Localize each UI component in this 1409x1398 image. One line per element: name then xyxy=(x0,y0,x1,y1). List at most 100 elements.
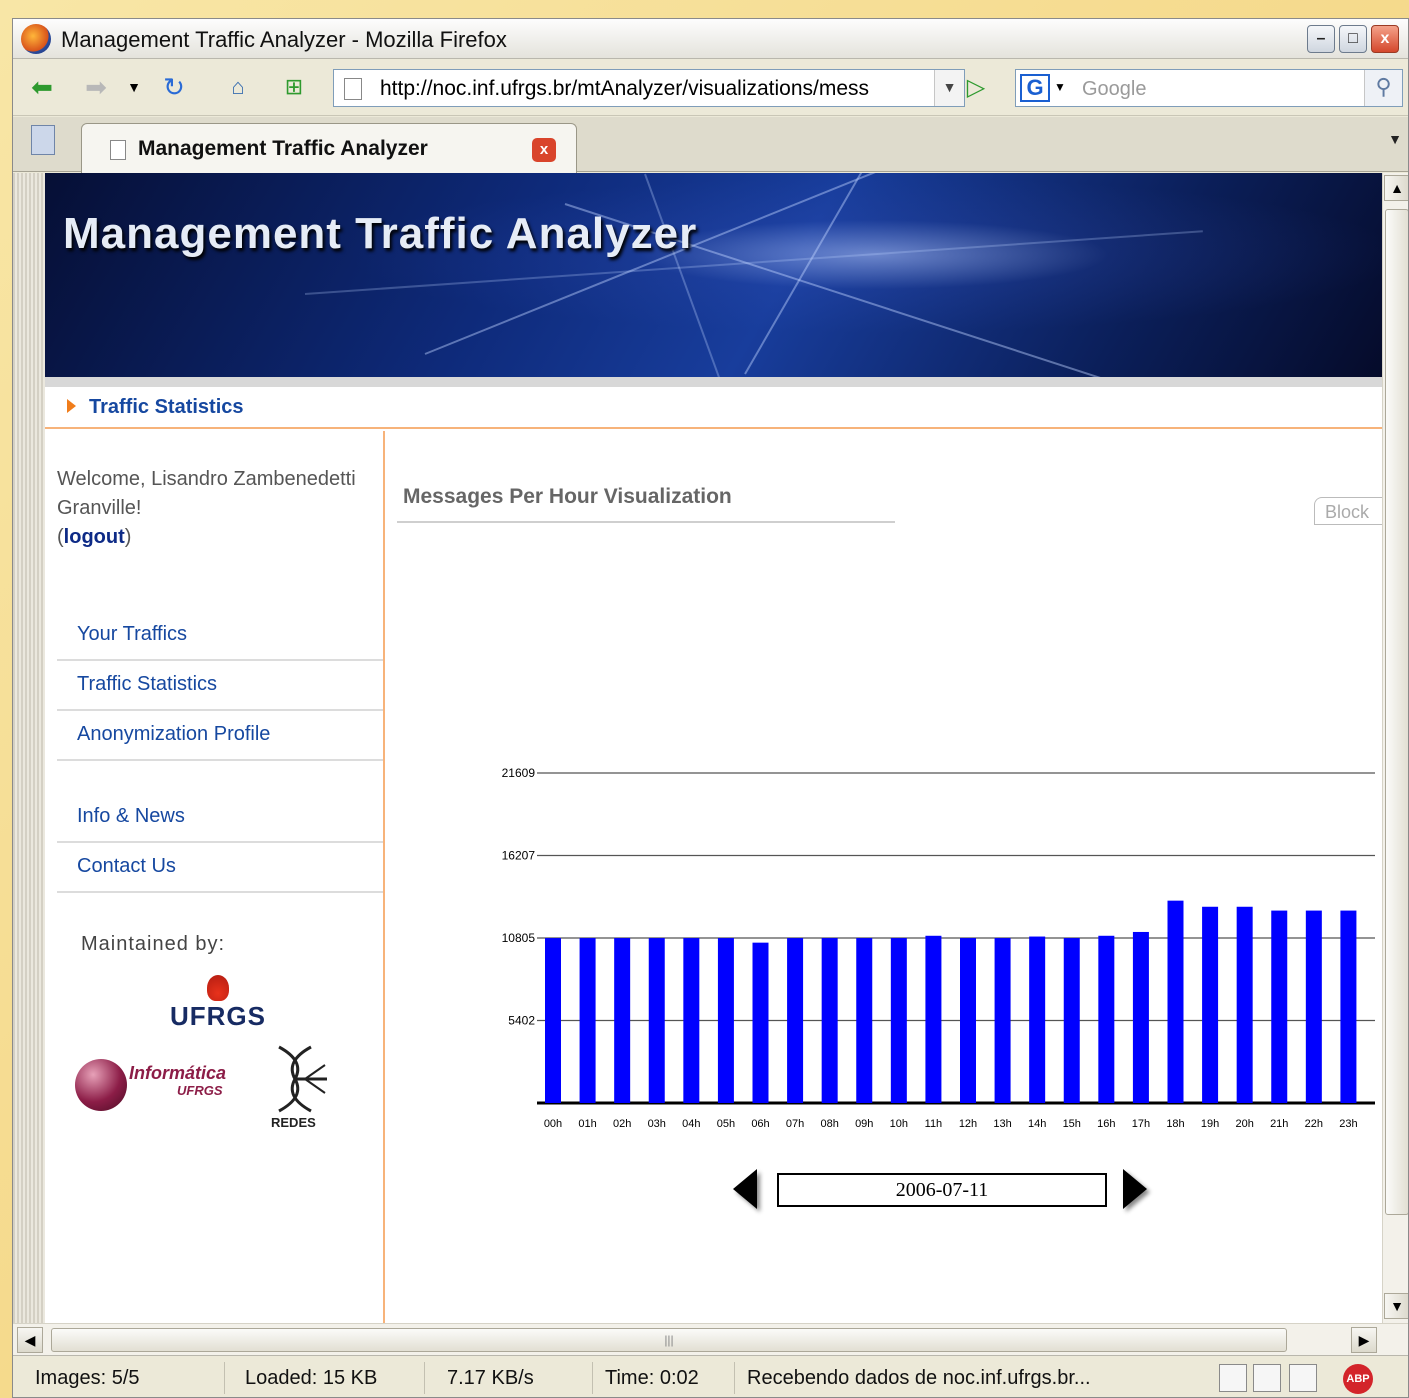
ufrgs-logo-text: UFRGS xyxy=(170,1001,266,1031)
page-info-icon[interactable] xyxy=(1253,1364,1281,1392)
redes-logo-text: REDES xyxy=(271,1115,316,1130)
bar-14h xyxy=(1029,936,1046,1103)
tab-management-traffic-analyzer[interactable]: Management Traffic Analyzer x xyxy=(81,123,577,173)
scroll-left-icon[interactable]: ◀ xyxy=(17,1327,43,1353)
forward-arrow-icon[interactable]: ➡ xyxy=(79,70,113,104)
vertical-scroll-thumb[interactable] xyxy=(1385,209,1408,1215)
bar-09h xyxy=(856,938,873,1103)
back-arrow-icon[interactable]: ⬅ xyxy=(25,70,59,104)
welcome-prefix: Welcome, xyxy=(57,468,152,490)
go-arrow-icon[interactable]: ▷ xyxy=(959,70,993,104)
bar-12h xyxy=(960,938,976,1103)
x-tick-label: 10h xyxy=(890,1118,908,1129)
bar-22h xyxy=(1305,910,1322,1103)
maximize-button[interactable]: □ xyxy=(1339,25,1367,53)
navigation-toolbar: ⬅ ➡ ▼ ↻ ⌂ ⊞ http://noc.inf.ufrgs.br/mtAn… xyxy=(13,60,1408,116)
x-tick-label: 22h xyxy=(1305,1118,1323,1129)
breadcrumb: Traffic Statistics xyxy=(45,387,1382,429)
tab-list-dropdown-icon[interactable]: ▼ xyxy=(1388,131,1402,147)
informatica-logo[interactable]: Informática UFRGS xyxy=(75,1059,245,1119)
screen-capture-icon[interactable] xyxy=(1219,1364,1247,1392)
sidebar-item-anonymization-profile[interactable]: Anonymization Profile xyxy=(57,711,383,761)
scroll-right-icon[interactable]: ▶ xyxy=(1351,1327,1377,1353)
ufrgs-logo[interactable]: UFRGS xyxy=(163,975,273,1032)
sidebar: Welcome, Lisandro Zambenedetti Granville… xyxy=(45,431,385,1323)
status-time: Time: 0:02 xyxy=(595,1362,735,1394)
engine-dropdown-icon[interactable]: ▼ xyxy=(1054,80,1066,94)
home-icon[interactable]: ⌂ xyxy=(221,70,255,104)
bar-20h xyxy=(1236,906,1253,1103)
sidebar-item-your-traffics[interactable]: Your Traffics xyxy=(57,611,383,661)
x-tick-label: 23h xyxy=(1339,1118,1357,1129)
breadcrumb-arrow-icon xyxy=(67,399,76,413)
x-tick-label: 00h xyxy=(544,1118,562,1129)
x-tick-label: 06h xyxy=(751,1118,769,1129)
history-dropdown-icon[interactable]: ▼ xyxy=(117,70,151,104)
edit-icon[interactable] xyxy=(1289,1364,1317,1392)
x-tick-label: 05h xyxy=(717,1118,735,1129)
x-tick-label: 13h xyxy=(993,1118,1011,1129)
status-loaded: Loaded: 15 KB xyxy=(235,1362,425,1394)
search-box[interactable]: G ▼ Google ⚲ xyxy=(1015,69,1403,107)
url-bar[interactable]: http://noc.inf.ufrgs.br/mtAnalyzer/visua… xyxy=(333,69,965,107)
reload-icon[interactable]: ↻ xyxy=(157,70,191,104)
search-magnifier-icon[interactable]: ⚲ xyxy=(1364,70,1402,106)
search-input[interactable]: Google xyxy=(1082,78,1147,101)
y-tick-label: 10805 xyxy=(502,931,536,945)
bar-01h xyxy=(579,938,596,1103)
sidebar-item-contact-us[interactable]: Contact Us xyxy=(57,843,383,893)
status-speed: 7.17 KB/s xyxy=(437,1362,593,1394)
x-tick-label: 20h xyxy=(1235,1118,1253,1129)
tab-title: Management Traffic Analyzer xyxy=(138,137,428,160)
browser-window: Management Traffic Analyzer - Mozilla Fi… xyxy=(12,18,1409,1398)
breadcrumb-current[interactable]: Traffic Statistics xyxy=(89,396,244,419)
new-tab-icon[interactable]: ⊞ xyxy=(277,70,311,104)
window-title: Management Traffic Analyzer - Mozilla Fi… xyxy=(61,27,507,52)
date-field[interactable]: 2006-07-11 xyxy=(777,1173,1107,1207)
banner-separator xyxy=(45,377,1382,387)
previous-day-arrow-icon[interactable] xyxy=(733,1169,757,1209)
status-message: Recebendo dados de noc.inf.ufrgs.br... xyxy=(747,1367,1091,1389)
next-day-arrow-icon[interactable] xyxy=(1123,1169,1147,1209)
status-bar: Images: 5/5 Loaded: 15 KB 7.17 KB/s Time… xyxy=(13,1355,1408,1397)
tab-document-icon xyxy=(110,140,126,160)
logout-link[interactable]: logout xyxy=(64,526,125,548)
x-tick-label: 21h xyxy=(1270,1118,1288,1129)
bar-00h xyxy=(545,938,561,1103)
x-tick-label: 17h xyxy=(1132,1118,1150,1129)
sidebar-item-traffic-statistics[interactable]: Traffic Statistics xyxy=(57,661,383,711)
close-window-button[interactable]: x xyxy=(1371,25,1399,53)
title-bar[interactable]: Management Traffic Analyzer - Mozilla Fi… xyxy=(13,19,1408,59)
close-tab-icon[interactable]: x xyxy=(532,138,556,162)
bar-05h xyxy=(717,938,734,1103)
block-tab[interactable]: Block xyxy=(1314,497,1382,525)
horizontal-scroll-thumb[interactable]: ||| xyxy=(51,1328,1287,1352)
bar-03h xyxy=(648,938,665,1103)
bar-04h xyxy=(683,938,700,1103)
sidebar-item-info-news[interactable]: Info & News xyxy=(57,793,383,843)
bar-18h xyxy=(1167,900,1184,1103)
minimize-button[interactable]: – xyxy=(1307,25,1335,53)
flame-icon xyxy=(207,975,229,1001)
header-banner: Management Traffic Analyzer xyxy=(45,173,1382,377)
scroll-down-icon[interactable]: ▼ xyxy=(1384,1293,1408,1319)
bar-19h xyxy=(1202,906,1219,1103)
vertical-scrollbar[interactable]: ▲ ▼ xyxy=(1382,173,1408,1323)
scroll-up-icon[interactable]: ▲ xyxy=(1384,175,1408,201)
bar-21h xyxy=(1271,910,1288,1103)
redes-logo[interactable]: REDES xyxy=(265,1041,335,1131)
x-tick-label: 15h xyxy=(1063,1118,1081,1129)
y-tick-label: 16207 xyxy=(502,848,536,862)
x-tick-label: 11h xyxy=(925,1118,943,1129)
bookmarks-icon[interactable] xyxy=(31,125,55,155)
informatica-logo-text: Informática xyxy=(129,1063,227,1083)
tab-bar: Management Traffic Analyzer x ▼ xyxy=(13,117,1408,173)
google-engine-icon[interactable]: G xyxy=(1020,74,1050,102)
y-tick-label: 21609 xyxy=(502,766,536,780)
url-text[interactable]: http://noc.inf.ufrgs.br/mtAnalyzer/visua… xyxy=(380,77,910,101)
horizontal-scrollbar[interactable]: ◀ ||| ▶ xyxy=(13,1323,1408,1355)
adblock-plus-icon[interactable]: ABP xyxy=(1343,1364,1373,1394)
status-images: Images: 5/5 xyxy=(25,1362,225,1394)
bar-02h xyxy=(614,938,631,1103)
banner-title: Management Traffic Analyzer xyxy=(63,209,698,258)
